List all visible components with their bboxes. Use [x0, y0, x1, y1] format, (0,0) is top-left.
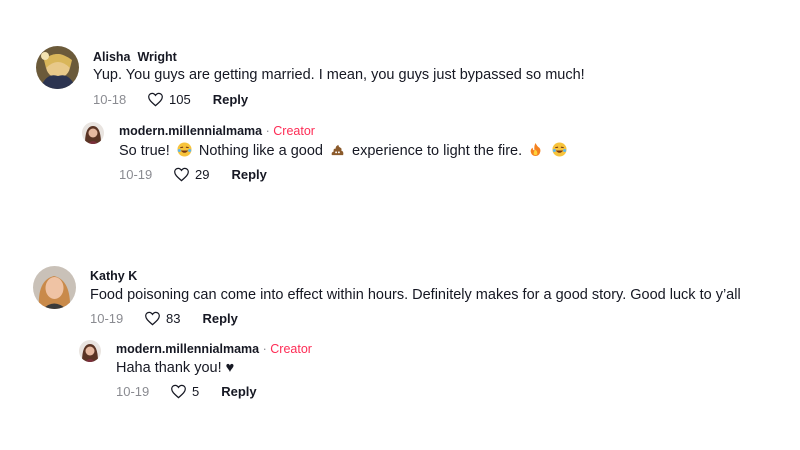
- like-count: 5: [192, 384, 200, 399]
- avatar[interactable]: [33, 266, 76, 309]
- reply-text-part-2: Nothing like a good: [194, 143, 328, 159]
- laughing-emoji-icon: [177, 142, 192, 161]
- poop-emoji-icon: [330, 142, 345, 161]
- reply-text-part-3: experience to light the fire.: [348, 143, 527, 159]
- avatar[interactable]: [79, 340, 101, 362]
- reply-button[interactable]: Reply: [213, 92, 248, 107]
- reply-date: 10-19: [116, 384, 150, 399]
- reply-button[interactable]: Reply: [202, 311, 237, 326]
- creator-badge: Creator: [273, 124, 315, 138]
- creator-badge: Creator: [270, 342, 312, 356]
- separator-dot: ·: [262, 342, 267, 356]
- like-count: 105: [169, 92, 191, 107]
- reply-text-part-1: So true!: [119, 143, 174, 159]
- comment-date: 10-19: [90, 311, 124, 326]
- reply-meta: 10-19 5 Reply: [116, 384, 257, 399]
- separator-dot: ·: [265, 124, 270, 138]
- reply-text: Haha thank you! ♥: [116, 360, 235, 376]
- avatar[interactable]: [36, 46, 79, 89]
- reply-button[interactable]: Reply: [231, 167, 266, 182]
- laughing-emoji-icon: [552, 142, 567, 161]
- reply-meta: 10-19 29 Reply: [119, 167, 267, 182]
- reply-username-line: modern.millennialmama · Creator: [116, 342, 312, 356]
- reply-button[interactable]: Reply: [221, 384, 256, 399]
- comment-username[interactable]: Alisha Wright: [93, 50, 177, 64]
- heart-outline-icon: [145, 311, 160, 326]
- comment-date: 10-18: [93, 92, 127, 107]
- fire-emoji-icon: [529, 142, 542, 161]
- comment-meta: 10-19 83 Reply: [90, 311, 238, 326]
- like-count: 83: [166, 311, 181, 326]
- heart-outline-icon: [171, 384, 186, 399]
- comment-text: Food poisoning can come into effect with…: [90, 287, 741, 303]
- like-button[interactable]: 105: [147, 92, 191, 107]
- heart-outline-icon: [174, 167, 189, 182]
- like-count: 29: [195, 167, 210, 182]
- comment-username[interactable]: Kathy K: [90, 269, 137, 283]
- avatar[interactable]: [82, 122, 104, 144]
- reply-text: So true! Nothing like a good experience …: [119, 142, 570, 161]
- like-button[interactable]: 5: [170, 384, 199, 399]
- reply-username[interactable]: modern.millennialmama: [116, 342, 259, 356]
- reply-username[interactable]: modern.millennialmama: [119, 124, 262, 138]
- reply-username-line: modern.millennialmama · Creator: [119, 124, 315, 138]
- like-button[interactable]: 83: [144, 311, 180, 326]
- heart-outline-icon: [148, 92, 163, 107]
- comment-meta: 10-18 105 Reply: [93, 92, 248, 107]
- like-button[interactable]: 29: [173, 167, 209, 182]
- reply-date: 10-19: [119, 167, 153, 182]
- comment-text: Yup. You guys are getting married. I mea…: [93, 67, 585, 83]
